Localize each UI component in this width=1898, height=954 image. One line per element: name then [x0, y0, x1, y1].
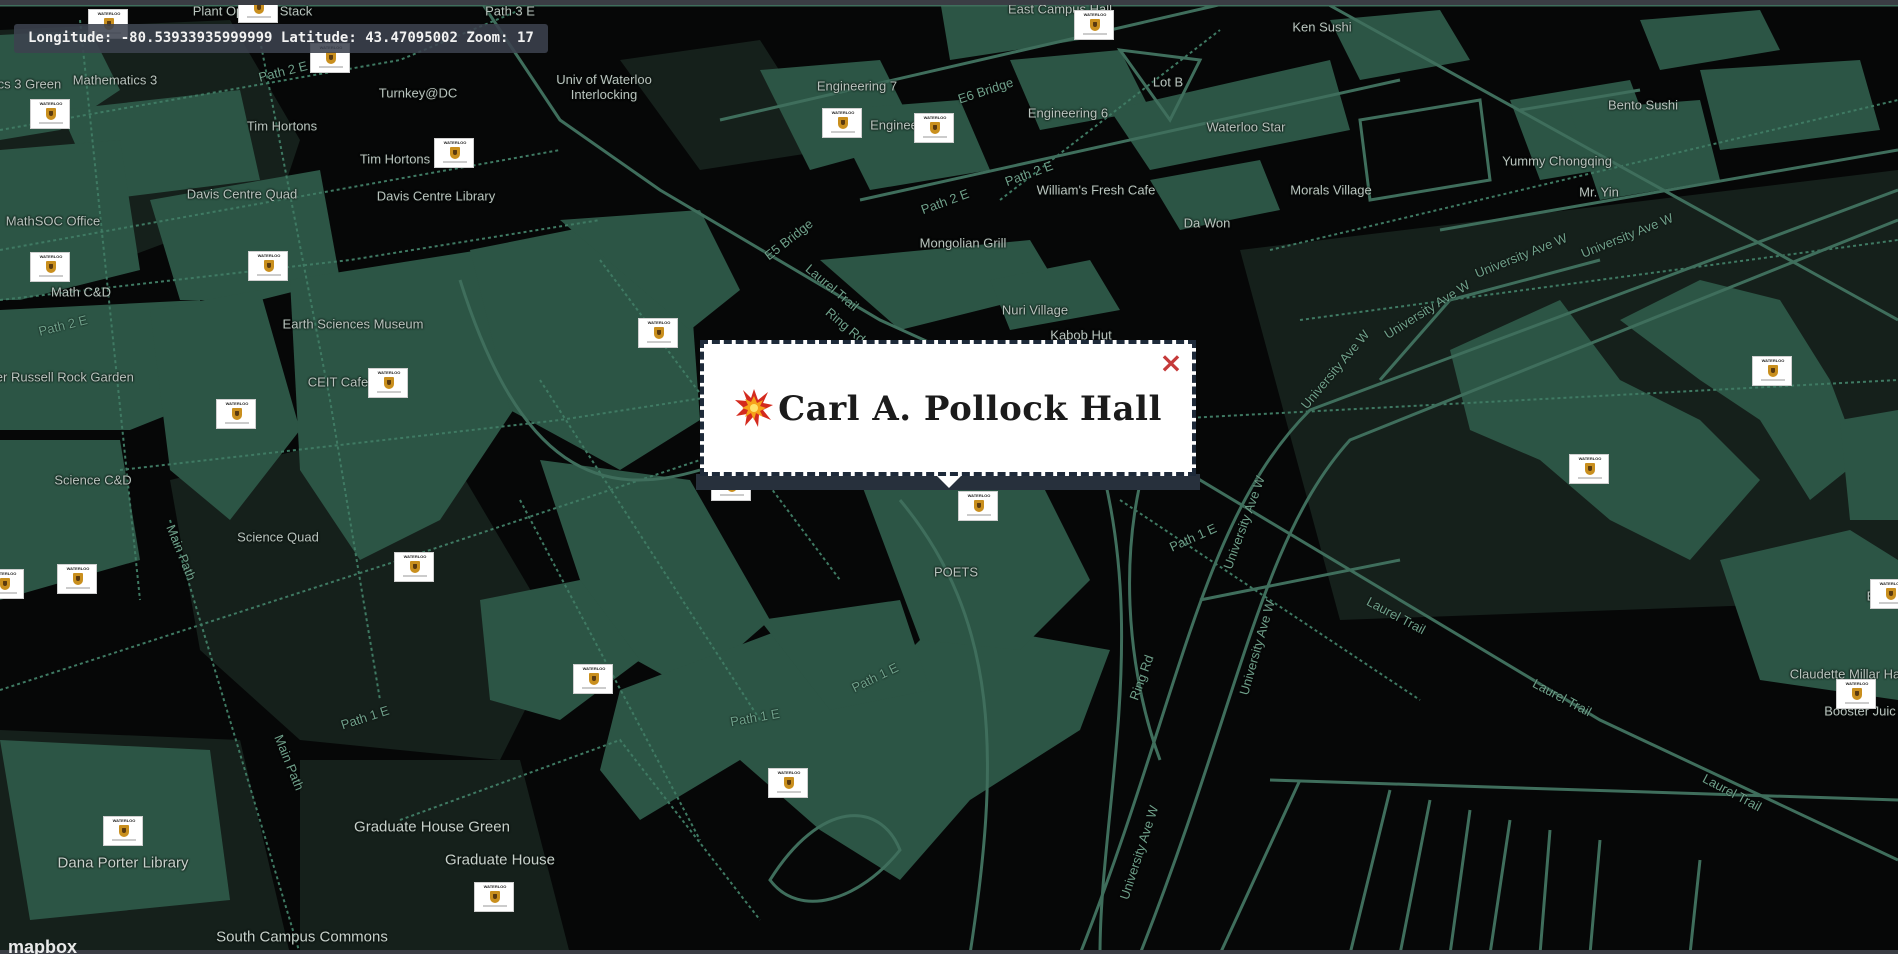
- place-label: ics 3 Green: [0, 76, 62, 92]
- popup-tip: [937, 476, 961, 488]
- waterloo-logo-marker[interactable]: WATERLOO: [30, 99, 70, 129]
- place-label: Graduate House Green: [354, 818, 510, 836]
- place-label: Dana Porter Library: [57, 854, 189, 872]
- place-label: Yummy Chongqing: [1502, 153, 1612, 169]
- place-label: POETS: [933, 564, 979, 580]
- place-label: Bento Sushi: [1607, 97, 1679, 113]
- place-label: Lot B: [1152, 74, 1184, 90]
- popup-title-text: Carl A. Pollock Hall: [778, 389, 1162, 429]
- waterloo-logo-marker[interactable]: WATERLOO: [0, 569, 24, 599]
- waterloo-logo-marker[interactable]: WATERLOO: [30, 252, 70, 282]
- place-label: CEIT Cafe: [307, 374, 369, 390]
- zoom-value: 17: [516, 30, 534, 46]
- waterloo-logo-marker[interactable]: WATERLOO: [248, 251, 288, 281]
- waterloo-logo-marker[interactable]: WATERLOO: [103, 816, 143, 846]
- place-label: Davis Centre Quad: [186, 186, 298, 202]
- bottom-border: [0, 950, 1898, 954]
- latitude-label: Latitude:: [280, 30, 357, 46]
- place-label: Univ of Waterloo Interlocking: [556, 72, 652, 102]
- waterloo-logo-marker[interactable]: WATERLOO: [822, 108, 862, 138]
- place-label: William's Fresh Cafe: [1036, 182, 1156, 198]
- place-label: Tim Hortons: [359, 151, 431, 167]
- place-label: Math C&D: [51, 284, 111, 300]
- top-border: [0, 0, 1898, 5]
- place-label: Tim Hortons: [246, 118, 318, 134]
- waterloo-logo-marker[interactable]: WATERLOO: [1836, 679, 1876, 709]
- waterloo-logo-marker[interactable]: WATERLOO: [1752, 356, 1792, 386]
- waterloo-logo-marker[interactable]: WATERLOO: [1569, 454, 1609, 484]
- place-label: Nuri Village: [1001, 302, 1069, 318]
- waterloo-logo-marker[interactable]: WATERLOO: [474, 882, 514, 912]
- mapbox-logo[interactable]: mapbox: [8, 938, 118, 954]
- popup-title: Carl A. Pollock Hall: [704, 388, 1192, 429]
- place-label: Turnkey@DC: [378, 85, 458, 101]
- waterloo-logo-marker[interactable]: WATERLOO: [434, 138, 474, 168]
- place-label: Engineering 7: [816, 78, 898, 94]
- waterloo-logo-marker[interactable]: WATERLOO: [958, 491, 998, 521]
- waterloo-logo-marker[interactable]: WATERLOO: [57, 564, 97, 594]
- waterloo-logo-marker[interactable]: WATERLOO: [768, 768, 808, 798]
- map-canvas[interactable]: Plant Op Stack Path 3 E East Campus Hall…: [0, 0, 1898, 954]
- place-label: Path 3 E: [485, 3, 535, 19]
- longitude-label: Longitude:: [28, 30, 113, 46]
- waterloo-logo-marker[interactable]: WATERLOO: [1870, 579, 1898, 609]
- place-popup: × Carl A. Pollock Hall: [700, 340, 1196, 476]
- collision-icon: [735, 389, 774, 427]
- close-icon[interactable]: ×: [1158, 349, 1184, 377]
- place-label: Plant Op: [192, 3, 244, 19]
- zoom-label: Zoom:: [466, 30, 509, 46]
- waterloo-logo-marker[interactable]: WATERLOO: [1074, 10, 1114, 40]
- place-label: Stack: [279, 3, 313, 19]
- waterloo-logo-marker[interactable]: WATERLOO: [394, 552, 434, 582]
- waterloo-logo-marker[interactable]: WATERLOO: [573, 664, 613, 694]
- place-label: Earth Sciences Museum: [282, 316, 424, 332]
- waterloo-logo-marker[interactable]: WATERLOO: [368, 368, 408, 398]
- place-label: Science Quad: [237, 529, 319, 545]
- latitude-value: 43.47095002: [365, 30, 458, 46]
- place-label: Mr. Yin: [1579, 184, 1619, 200]
- place-label: Mathematics 3: [72, 72, 158, 88]
- waterloo-logo-marker[interactable]: WATERLOO: [914, 113, 954, 143]
- place-label: Graduate House: [444, 851, 556, 869]
- waterloo-logo-marker[interactable]: WATERLOO: [638, 318, 678, 348]
- place-label: ter Russell Rock Garden: [0, 369, 134, 385]
- place-label: Science C&D: [54, 472, 132, 488]
- place-label: Waterloo Star: [1206, 119, 1286, 135]
- waterloo-logo-marker[interactable]: WATERLOO: [216, 399, 256, 429]
- place-label: Mongolian Grill: [919, 235, 1007, 251]
- place-label: Enginee: [870, 117, 918, 133]
- place-label: Ken Sushi: [1292, 19, 1352, 35]
- place-label: Morals Village: [1290, 182, 1372, 198]
- place-label: Davis Centre Library: [376, 188, 496, 204]
- place-label: South Campus Commons: [216, 928, 388, 946]
- coordinate-readout: Longitude: -80.53933935999999 Latitude: …: [14, 24, 548, 53]
- place-label: Da Won: [1183, 215, 1231, 231]
- place-label: MathSOC Office: [5, 213, 101, 229]
- longitude-value: -80.53933935999999: [120, 30, 273, 46]
- place-label: Engineering 6: [1027, 105, 1109, 121]
